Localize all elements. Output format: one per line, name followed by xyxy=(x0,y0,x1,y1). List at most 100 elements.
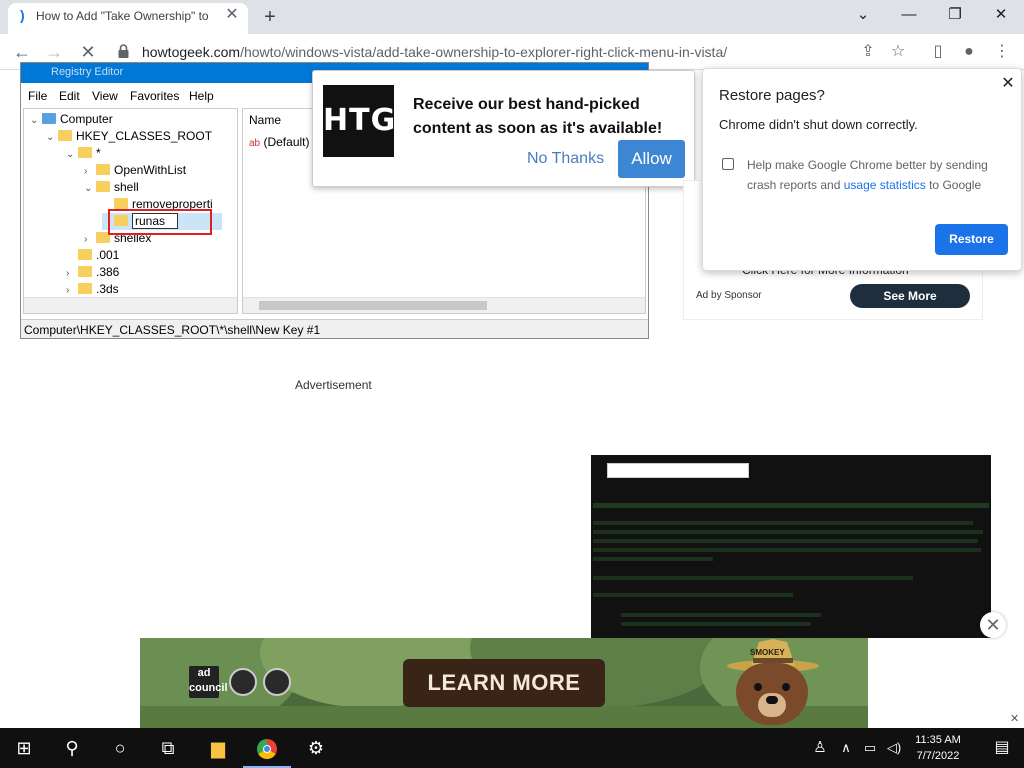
minimize-button[interactable]: — xyxy=(886,0,932,30)
regedit-menu-edit: Edit xyxy=(59,89,80,103)
close-icon[interactable]: ✕ xyxy=(998,74,1018,94)
code-line xyxy=(593,576,913,580)
clock-time: 11:35 AM xyxy=(915,734,961,746)
folder-icon xyxy=(58,130,72,141)
tab-title: How to Add "Take Ownership" to xyxy=(36,9,209,23)
see-more-button[interactable]: See More xyxy=(850,284,970,308)
search-icon[interactable]: ⚲ xyxy=(48,728,96,768)
push-notification-prompt: HTG Receive our best hand-picked content… xyxy=(312,70,695,187)
lock-icon[interactable] xyxy=(118,44,129,59)
system-clock[interactable]: 11:35 AM 7/7/2022 xyxy=(907,732,969,764)
advertisement-label: Advertisement xyxy=(295,378,372,392)
clock-date: 7/7/2022 xyxy=(916,750,960,762)
regedit-menu-view: View xyxy=(92,89,118,103)
start-windows-icon[interactable]: ⊞ xyxy=(0,728,48,768)
url-text[interactable]: howtogeek.com/howto/windows-vista/add-ta… xyxy=(142,44,727,60)
close-tab-icon[interactable]: ✕ xyxy=(222,5,242,25)
list-row-default-label: (Default) xyxy=(263,135,310,149)
forward-button[interactable]: → xyxy=(42,40,66,64)
regedit-menu-help: Help xyxy=(189,89,214,103)
learn-more-button[interactable]: LEARN MORE xyxy=(403,659,605,707)
tree-item: .001 xyxy=(66,247,119,264)
regedit-menu-file: File xyxy=(28,89,48,103)
list-row-default: ab (Default) xyxy=(249,135,309,149)
htg-favicon-icon: ) xyxy=(20,7,25,23)
regedit-tree: ⌄ Computer ⌄ HKEY_CLASSES_ROOT ⌄ * › OpenWit… xyxy=(23,108,238,314)
folder-icon xyxy=(78,147,92,158)
menu-kebab-icon[interactable]: ⋮ xyxy=(990,40,1014,64)
no-thanks-button[interactable]: No Thanks xyxy=(527,147,604,171)
chrome-icon[interactable] xyxy=(243,728,291,768)
profile-avatar-icon[interactable]: ● xyxy=(957,40,981,64)
close-video-icon[interactable]: ✕ xyxy=(980,612,1006,638)
folder-icon xyxy=(114,198,128,209)
htg-logo: HTG xyxy=(323,85,395,157)
code-line xyxy=(593,539,978,543)
code-line xyxy=(593,593,793,597)
restore-button[interactable]: Restore xyxy=(935,224,1008,255)
network-icon[interactable]: ▭ xyxy=(858,728,882,768)
share-icon[interactable]: ⇪ xyxy=(856,40,880,64)
tree-item: ⌄ HKEY_CLASSES_ROOT xyxy=(46,129,213,143)
usage-statistics-link[interactable]: usage statistics xyxy=(844,178,926,192)
regedit-title: Registry Editor xyxy=(51,66,124,78)
volume-icon[interactable]: ◁) xyxy=(882,728,906,768)
folder-icon xyxy=(96,164,110,175)
ad-council-logo: ad council xyxy=(189,666,228,698)
computer-icon xyxy=(42,113,56,124)
crash-report-label: Help make Google Chrome better by sendin… xyxy=(747,158,988,192)
cortana-icon[interactable]: ○ xyxy=(96,728,144,768)
smokey-banner-ad[interactable]: ad council LEARN MORE SMOKEY xyxy=(140,638,868,728)
restore-window-button[interactable]: ❐ xyxy=(932,0,978,30)
forest-service-seal-icon xyxy=(229,668,257,696)
settings-gear-icon[interactable]: ⚙ xyxy=(292,728,340,768)
list-header-name: Name xyxy=(249,113,282,127)
tab-search-icon[interactable]: ⌄ xyxy=(840,0,886,30)
regedit-menu-favorites: Favorites xyxy=(130,89,180,103)
close-window-button[interactable]: ✕ xyxy=(978,0,1024,30)
crash-report-checkbox[interactable] xyxy=(722,158,734,170)
video-ad-player[interactable] xyxy=(591,455,991,638)
regedit-statusbar: Computer\HKEY_CLASSES_ROOT\*\shell\New K… xyxy=(21,319,648,338)
file-explorer-icon[interactable]: ▆ xyxy=(194,728,242,768)
code-line xyxy=(593,530,983,534)
folder-icon xyxy=(78,266,92,277)
ad-sponsor-label: Ad by Sponsor xyxy=(696,290,762,301)
code-line xyxy=(621,622,811,626)
banner-close-icon[interactable]: ✕ xyxy=(1010,712,1019,725)
restore-dialog-message: Chrome didn't shut down correctly. xyxy=(719,117,918,132)
stop-loading-button[interactable]: ✕ xyxy=(76,40,100,64)
tree-item: › .3ds xyxy=(66,282,119,296)
code-line xyxy=(593,548,981,552)
allow-button[interactable]: Allow xyxy=(618,140,685,178)
bookmark-star-icon[interactable]: ☆ xyxy=(886,40,910,64)
smokey-bear-face xyxy=(736,663,808,725)
string-value-icon: ab xyxy=(249,138,261,149)
tree-item: ⌄ Computer xyxy=(30,112,113,126)
url-path: /howto/windows-vista/add-take-ownership-… xyxy=(240,44,728,60)
list-scrollbar xyxy=(243,297,645,313)
restore-pages-dialog: ✕ Restore pages? Chrome didn't shut down… xyxy=(702,68,1022,271)
notification-message: Receive our best hand-picked content as … xyxy=(413,96,663,137)
show-hidden-icons-chevron-icon[interactable]: ∧ xyxy=(834,728,858,768)
notification-center-icon[interactable]: ▤ xyxy=(978,728,1024,768)
code-line xyxy=(593,503,989,508)
tree-item: › OpenWithList xyxy=(84,163,187,177)
windows-taskbar: ⊞ ⚲ ○ ⧉ ▆ ⚙ ♙ ∧ ▭ ◁) 11:35 AM 7/7/2022 ▤ xyxy=(0,728,1024,768)
restore-dialog-title: Restore pages? xyxy=(719,87,825,104)
folder-icon xyxy=(96,181,110,192)
folder-icon xyxy=(78,249,92,260)
code-line xyxy=(593,557,713,561)
url-host: howtogeek.com xyxy=(142,44,241,60)
folder-icon xyxy=(78,283,92,294)
smokey-label: SMOKEY xyxy=(750,648,785,657)
back-button[interactable]: ← xyxy=(10,40,34,64)
task-view-icon[interactable]: ⧉ xyxy=(144,728,192,768)
tree-item: ⌄ shell xyxy=(84,180,139,194)
video-title-box xyxy=(607,463,749,478)
new-tab-button[interactable]: + xyxy=(258,6,282,30)
code-line xyxy=(621,613,821,617)
tree-item: ⌄ * xyxy=(66,146,101,160)
side-panel-icon[interactable]: ▯ xyxy=(926,40,950,64)
tree-scrollbar xyxy=(24,297,237,313)
